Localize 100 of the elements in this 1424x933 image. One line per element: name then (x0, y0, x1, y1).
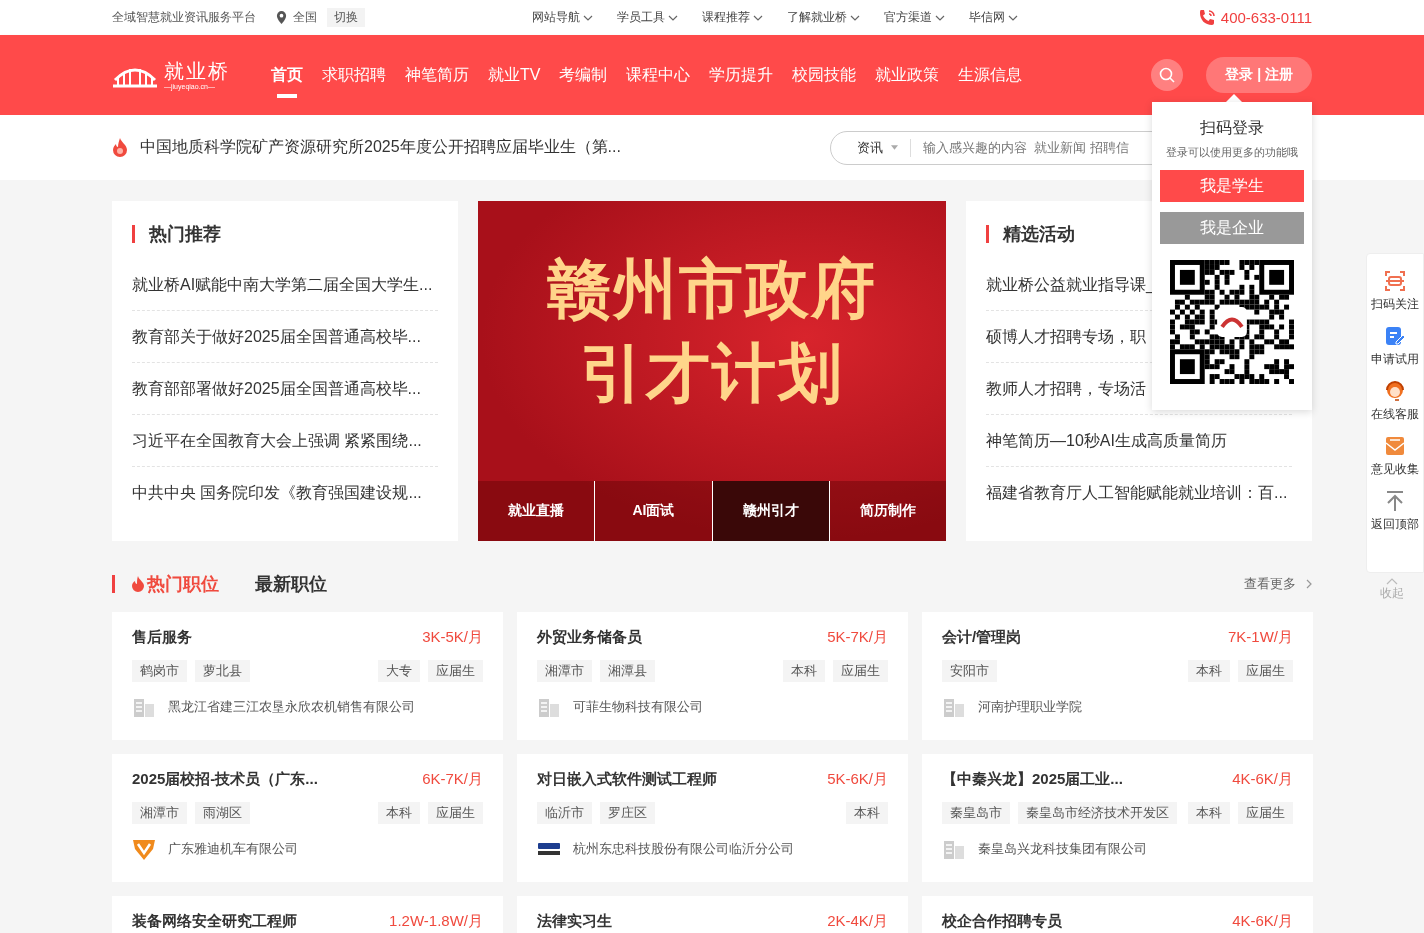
location-tag: 鹤岗市 (132, 660, 187, 682)
job-card[interactable]: 校企合作招聘专员 4K-6K/月 (922, 896, 1313, 933)
article-link[interactable]: 福建省教育厅人工智能赋能就业培训：百... (986, 467, 1292, 518)
requirement-tag: 应届生 (833, 660, 888, 682)
article-link[interactable]: 教育部部署做好2025届全国普通高校毕... (132, 363, 438, 415)
search-button[interactable] (1151, 59, 1184, 91)
location-tag: 临沂市 (537, 802, 592, 824)
requirement-tag: 本科 (378, 802, 420, 824)
menu-dropdown[interactable]: 毕信网 (969, 9, 1018, 26)
sidebar-label: 申请试用 (1371, 351, 1419, 368)
banner-tab[interactable]: 就业直播 (478, 481, 595, 541)
location-tag: 湘潭市 (132, 802, 187, 824)
job-card[interactable]: 法律实习生 2K-4K/月 (517, 896, 908, 933)
location-tag: 湘潭县 (600, 660, 655, 682)
fire-icon (131, 576, 145, 592)
menu-dropdown[interactable]: 学员工具 (617, 9, 678, 26)
salary-text: 4K-6K/月 (1232, 912, 1293, 931)
view-more-link[interactable]: 查看更多 (1244, 575, 1312, 593)
company-name: 杭州东忠科技股份有限公司临沂分公司 (573, 840, 794, 858)
switch-button[interactable]: 切换 (327, 8, 365, 27)
requirement-tag: 应届生 (1238, 660, 1293, 682)
section-title: 热门推荐 (149, 223, 221, 246)
job-title: 装备网络安全研究工程师 (132, 912, 297, 931)
logo-text: 就业桥 (164, 59, 230, 82)
menu-dropdown[interactable]: 课程推荐 (702, 9, 763, 26)
job-title: 2025届校招-技术员（广东... (132, 770, 318, 789)
chevron-down-icon (753, 14, 763, 21)
title-accent-bar (112, 575, 115, 593)
job-title: 会计/管理岗 (942, 628, 1022, 647)
arrow-up-icon (1384, 490, 1406, 512)
chevron-down-icon (583, 14, 593, 21)
requirement-tag: 应届生 (1238, 802, 1293, 824)
job-card[interactable]: 售后服务 3K-5K/月 鹤岗市 萝北县 大专 应届生 黑龙江省建三江农垦永欣农机销售有限公司 (112, 612, 503, 740)
sidebar-button[interactable]: 意见收集 (1371, 435, 1419, 478)
job-card[interactable]: 【中秦兴龙】2025届工业... 4K-6K/月 秦皇岛市 秦皇岛市经济技术开发区 本科 应届生 秦皇岛兴龙科技集团有限公司 (922, 754, 1313, 882)
menu-dropdown[interactable]: 网站导航 (532, 9, 593, 26)
requirement-tag: 本科 (783, 660, 825, 682)
company-logo-icon (132, 837, 156, 861)
salary-text: 5K-7K/月 (827, 628, 888, 647)
article-link[interactable]: 习近平在全国教育大会上强调 紧紧围绕... (132, 415, 438, 467)
location-tag: 秦皇岛市 (942, 802, 1010, 824)
location-tag: 安阳市 (942, 660, 997, 682)
banner-tab[interactable]: 简历制作 (828, 481, 946, 541)
location-tag: 罗庄区 (600, 802, 655, 824)
company-name: 黑龙江省建三江农垦永欣农机销售有限公司 (168, 698, 415, 716)
sidebar-label: 在线客服 (1371, 406, 1419, 423)
chevron-down-icon (850, 14, 860, 21)
title-accent-bar (132, 225, 135, 243)
job-card[interactable]: 装备网络安全研究工程师 1.2W-1.8W/月 (112, 896, 503, 933)
job-card[interactable]: 对日嵌入式软件测试工程师 5K-6K/月 临沂市 罗庄区 本科 杭州东忠科技股份有限公司临沂分公司 (517, 754, 908, 882)
article-link[interactable]: 中共中央 国务院印发《教育强国建设规... (132, 467, 438, 518)
company-name: 广东雅迪机车有限公司 (168, 840, 298, 858)
location-tag: 雨湖区 (195, 802, 250, 824)
promo-banner[interactable]: 赣州市政府 引才计划 就业直播 AI面试 赣州引才 简历制作 (478, 201, 946, 541)
location-tag: 湘潭市 (537, 660, 592, 682)
requirement-tag: 大专 (378, 660, 420, 682)
article-link[interactable]: 就业桥AI赋能中南大学第二届全国大学生... (132, 259, 438, 311)
chevron-right-icon (1306, 579, 1312, 589)
title-accent-bar (986, 225, 989, 243)
news-headline[interactable]: 中国地质科学院矿产资源研究所2025年度公开招聘应届毕业生（第... (140, 137, 621, 158)
chevron-down-icon (1008, 14, 1018, 21)
sidebar-label: 意见收集 (1371, 461, 1419, 478)
scan-icon (1384, 270, 1406, 292)
job-card[interactable]: 会计/管理岗 7K-1W/月 安阳市 本科 应届生 河南护理职业学院 (922, 612, 1313, 740)
job-title: 对日嵌入式软件测试工程师 (537, 770, 717, 789)
section-tab[interactable]: 最新职位 (255, 572, 327, 596)
menu-dropdown[interactable]: 官方渠道 (884, 9, 945, 26)
location-pin-icon (276, 11, 287, 24)
category-dropdown[interactable]: 资讯 (857, 138, 911, 157)
banner-tab[interactable]: AI面试 (594, 481, 712, 541)
article-link[interactable]: 神笔简历—10秒AI生成高质量简历 (986, 415, 1292, 467)
job-title: 法律实习生 (537, 912, 612, 931)
envelope-icon (1384, 435, 1406, 457)
salary-text: 1.2W-1.8W/月 (389, 912, 483, 931)
chevron-down-icon (935, 14, 945, 21)
job-card[interactable]: 2025届校招-技术员（广东... 6K-7K/月 湘潭市 雨湖区 本科 应届生 广东雅迪机车有限公司 (112, 754, 503, 882)
job-title: 校企合作招聘专员 (942, 912, 1062, 931)
sidebar-button[interactable]: 返回顶部 (1371, 490, 1419, 533)
sidebar-button[interactable]: 扫码关注 (1371, 270, 1419, 313)
caret-down-icon (891, 145, 898, 150)
salary-text: 3K-5K/月 (422, 628, 483, 647)
sidebar-button[interactable]: 申请试用 (1371, 325, 1419, 368)
sidebar-button[interactable]: 在线客服 (1371, 380, 1419, 423)
salary-text: 4K-6K/月 (1232, 770, 1293, 789)
chevron-up-icon (1386, 578, 1398, 585)
location-text: 全国 (293, 9, 317, 26)
menu-dropdown[interactable]: 了解就业桥 (787, 9, 860, 26)
salary-text: 7K-1W/月 (1228, 628, 1293, 647)
banner-tab[interactable]: 赣州引才 (711, 481, 829, 541)
article-link[interactable]: 教育部关于做好2025届全国普通高校毕... (132, 311, 438, 363)
edit-note-icon (1384, 325, 1406, 347)
company-name: 可菲生物科技有限公司 (573, 698, 703, 716)
phone-number: 400-633-0111 (1220, 9, 1312, 26)
location-tag: 秦皇岛市经济技术开发区 (1018, 802, 1177, 824)
banner-headline: 赣州市政府 (547, 252, 877, 327)
headset-agent-icon (1384, 380, 1406, 402)
salary-text: 5K-6K/月 (827, 770, 888, 789)
slogan-text: 全域智慧就业资讯服务平台 (112, 9, 256, 26)
job-card[interactable]: 外贸业务储备员 5K-7K/月 湘潭市 湘潭县 本科 应届生 可菲生物科技有限公司 (517, 612, 908, 740)
requirement-tag: 应届生 (428, 802, 483, 824)
